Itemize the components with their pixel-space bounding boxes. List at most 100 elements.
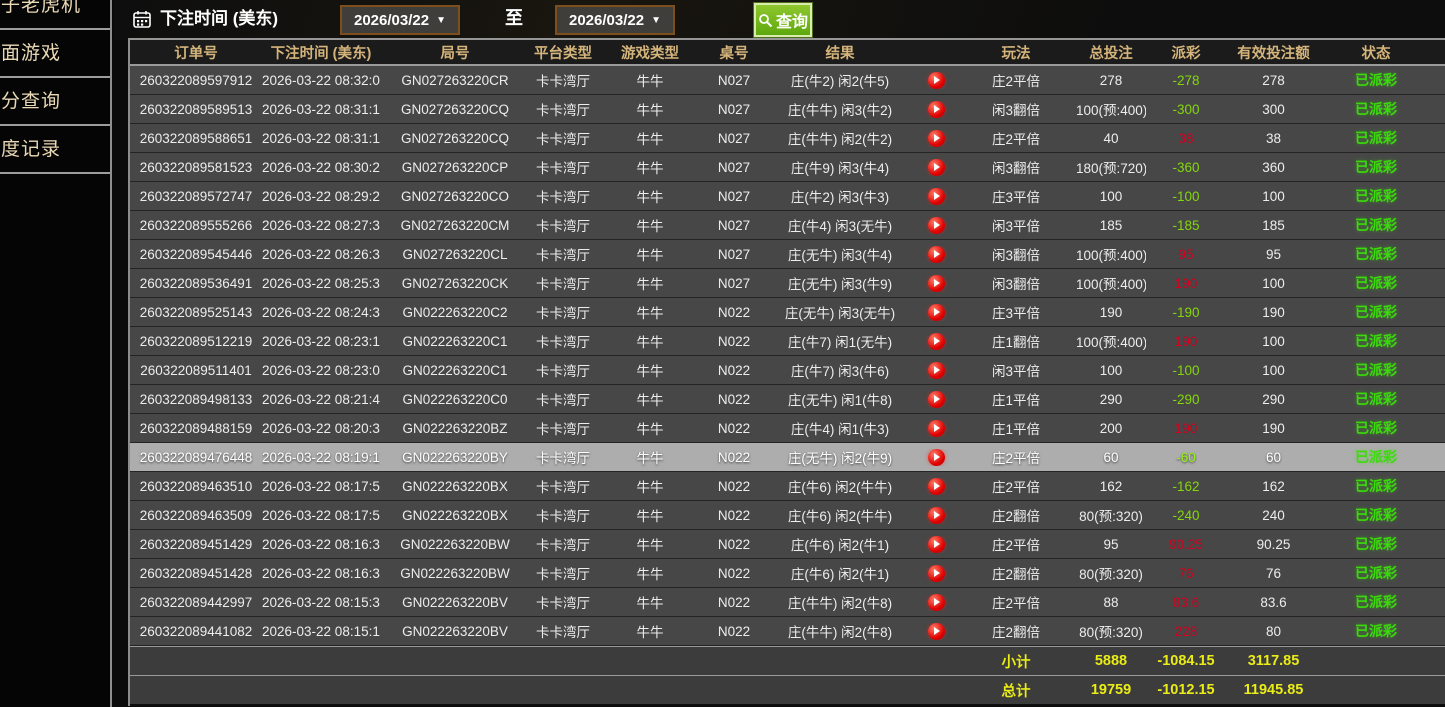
cell-game: 牛牛	[596, 534, 704, 554]
cell-round: GN022263220BX	[380, 479, 530, 494]
cell-bet: 80(预:320)	[1076, 505, 1146, 525]
cell-order: 260322089555266	[130, 218, 262, 233]
table-row[interactable]: 2603220895364912026-03-22 08:25:35GN0272…	[130, 269, 1445, 298]
cell-status: 已派彩	[1321, 592, 1431, 612]
replay-cell	[916, 275, 956, 292]
table-row[interactable]: 2603220895122192026-03-22 08:23:10GN0222…	[130, 327, 1445, 356]
cell-result: 庄(无牛) 闲1(牛8)	[764, 389, 916, 409]
table-row[interactable]: 2603220894635102026-03-22 08:17:50GN0222…	[130, 472, 1445, 501]
play-icon[interactable]	[928, 594, 945, 611]
play-icon[interactable]	[928, 130, 945, 147]
play-icon[interactable]	[928, 391, 945, 408]
table-row[interactable]: 2603220895895132026-03-22 08:31:18GN0272…	[130, 95, 1445, 124]
table-row[interactable]: 2603220895979122026-03-22 08:32:08GN0272…	[130, 66, 1445, 95]
play-icon[interactable]	[928, 507, 945, 524]
table-row[interactable]: 2603220895552662026-03-22 08:27:34GN0272…	[130, 211, 1445, 240]
play-icon[interactable]	[928, 362, 945, 379]
play-triangle	[934, 598, 940, 606]
cell-game: 牛牛	[596, 331, 704, 351]
cell-bet: 290	[1076, 392, 1146, 407]
replay-cell	[916, 217, 956, 234]
cell-time: 2026-03-22 08:29:27	[262, 189, 380, 204]
table-row[interactable]: 2603220894514282026-03-22 08:16:34GN0222…	[130, 559, 1445, 588]
cell-time: 2026-03-22 08:19:17	[262, 450, 380, 465]
cell-game: 牛牛	[596, 360, 704, 380]
play-icon[interactable]	[928, 333, 945, 350]
play-icon[interactable]	[928, 565, 945, 582]
replay-cell	[916, 362, 956, 379]
sidebar-item-points-query[interactable]: 分查询	[0, 78, 110, 126]
table-row[interactable]: 2603220895114012026-03-22 08:23:04GN0222…	[130, 356, 1445, 385]
play-icon[interactable]	[928, 101, 945, 118]
table-row[interactable]: 2603220894410822026-03-22 08:15:17GN0222…	[130, 617, 1445, 646]
sidebar-item-table-games[interactable]: 面游戏	[0, 30, 110, 78]
table-row[interactable]: 2603220894764482026-03-22 08:19:17GN0222…	[130, 443, 1445, 472]
cell-result: 庄(牛6) 闲2(牛1)	[764, 534, 916, 554]
cell-bet: 200	[1076, 421, 1146, 436]
cell-payout: -100	[1146, 189, 1226, 204]
search-button[interactable]: 查询	[754, 3, 812, 37]
cell-status: 已派彩	[1321, 215, 1431, 235]
play-icon[interactable]	[928, 159, 945, 176]
column-header: 有效投注额	[1226, 42, 1321, 63]
sidebar-item-quota-records[interactable]: 度记录	[0, 126, 110, 174]
cell-game: 牛牛	[596, 389, 704, 409]
column-header: 总投注	[1076, 42, 1146, 63]
cell-game: 牛牛	[596, 99, 704, 119]
table-row[interactable]: 2603220894881592026-03-22 08:20:36GN0222…	[130, 414, 1445, 443]
cell-table_no: N027	[704, 102, 764, 117]
play-icon[interactable]	[928, 420, 945, 437]
table-row[interactable]: 2603220894429972026-03-22 08:15:30GN0222…	[130, 588, 1445, 617]
table-row[interactable]: 2603220895454462026-03-22 08:26:31GN0272…	[130, 240, 1445, 269]
play-icon[interactable]	[928, 449, 945, 466]
cell-round: GN027263220CK	[380, 276, 530, 291]
table-row[interactable]: 2603220894981332026-03-22 08:21:46GN0222…	[130, 385, 1445, 414]
cell-round: GN022263220BW	[380, 537, 530, 552]
play-icon[interactable]	[928, 246, 945, 263]
table-row[interactable]: 2603220894514292026-03-22 08:16:34GN0222…	[130, 530, 1445, 559]
play-triangle	[934, 627, 940, 635]
cell-time: 2026-03-22 08:21:46	[262, 392, 380, 407]
cell-game: 牛牛	[596, 592, 704, 612]
play-icon[interactable]	[928, 275, 945, 292]
cell-status: 已派彩	[1321, 447, 1431, 467]
sidebar-item-slots[interactable]: 子老虎机	[0, 0, 110, 30]
cell-status: 已派彩	[1321, 621, 1431, 641]
play-icon[interactable]	[928, 536, 945, 553]
cell-result: 庄(牛牛) 闲3(牛2)	[764, 99, 916, 119]
cell-result: 庄(无牛) 闲3(牛9)	[764, 273, 916, 293]
replay-cell	[916, 536, 956, 553]
play-icon[interactable]	[928, 478, 945, 495]
table-row[interactable]: 2603220895727472026-03-22 08:29:27GN0272…	[130, 182, 1445, 211]
replay-cell	[916, 101, 956, 118]
play-icon[interactable]	[928, 304, 945, 321]
play-icon[interactable]	[928, 188, 945, 205]
cell-play: 庄2平倍	[956, 70, 1076, 90]
replay-cell	[916, 72, 956, 89]
play-triangle	[934, 540, 940, 548]
date-to-select[interactable]: 2026/03/22 ▼	[555, 5, 675, 35]
cell-order: 260322089545446	[130, 247, 262, 262]
play-icon[interactable]	[928, 72, 945, 89]
table-row[interactable]: 2603220895815232026-03-22 08:30:24GN0272…	[130, 153, 1445, 182]
cell-round: GN022263220C0	[380, 392, 530, 407]
play-triangle	[934, 395, 940, 403]
play-icon[interactable]	[928, 217, 945, 234]
cell-round: GN022263220BV	[380, 624, 530, 639]
cell-table_no: N022	[704, 450, 764, 465]
search-button-label: 查询	[776, 8, 808, 32]
table-row[interactable]: 2603220894635092026-03-22 08:17:50GN0222…	[130, 501, 1445, 530]
cell-valid: 100	[1226, 334, 1321, 349]
cell-payout: 190	[1146, 276, 1226, 291]
play-triangle	[934, 424, 940, 432]
cell-table_no: N027	[704, 131, 764, 146]
table-row[interactable]: 2603220895886512026-03-22 08:31:11GN0272…	[130, 124, 1445, 153]
play-icon[interactable]	[928, 623, 945, 640]
cell-play: 庄1平倍	[956, 418, 1076, 438]
date-from-select[interactable]: 2026/03/22 ▼	[340, 5, 460, 35]
cell-bet: 100(预:400)	[1076, 273, 1146, 293]
table-row[interactable]: 2603220895251432026-03-22 08:24:30GN0222…	[130, 298, 1445, 327]
cell-table_no: N022	[704, 421, 764, 436]
chevron-down-icon: ▼	[651, 15, 661, 26]
cell-order: 260322089476448	[130, 450, 262, 465]
